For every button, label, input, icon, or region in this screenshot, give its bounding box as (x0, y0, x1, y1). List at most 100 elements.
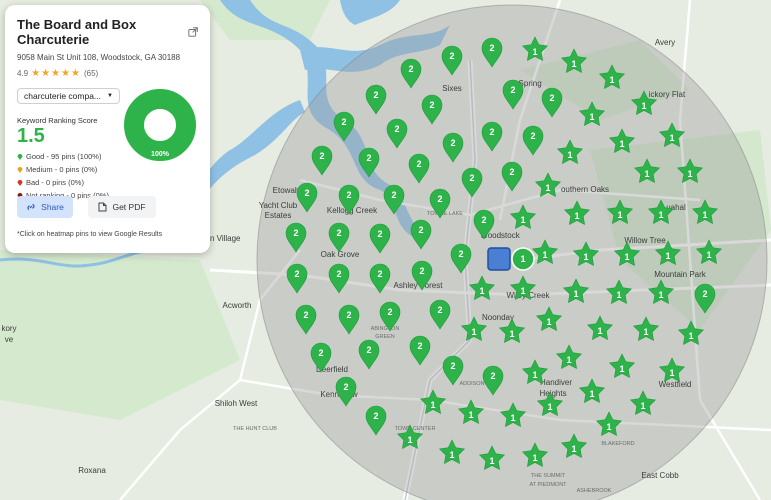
external-link-icon[interactable] (188, 26, 198, 38)
pin-rank-label: 1 (687, 169, 692, 179)
legend-medium: Medium - 0 pins (0%) (17, 165, 198, 174)
pin-rank-label: 2 (510, 85, 515, 95)
donut-ring (124, 89, 196, 161)
pin-rank-label: 2 (419, 266, 424, 276)
pin-rank-label: 2 (303, 310, 308, 320)
pin-rank-label: 2 (319, 151, 324, 161)
pin-rank-label: 1 (665, 251, 670, 261)
pin-rank-label: 1 (640, 401, 645, 411)
pin-rank-label: 1 (532, 47, 537, 57)
pin-rank-label: 2 (377, 229, 382, 239)
pin-rank-label: 2 (449, 51, 454, 61)
pin-rank-label: 2 (366, 345, 371, 355)
pin-rank-label: 2 (469, 173, 474, 183)
map-place-label: GREEN (375, 334, 395, 340)
pin-rank-label: 2 (417, 341, 422, 351)
pin-rank-label: 1 (532, 453, 537, 463)
pin-rank-label: 2 (429, 100, 434, 110)
pin-rank-label: 2 (387, 307, 392, 317)
keyword-select[interactable]: charcuterie compa... ▼ (17, 88, 120, 104)
pin-rank-label: 1 (688, 331, 693, 341)
pin-rank-label: 2 (408, 64, 413, 74)
pin-rank-label: 2 (336, 269, 341, 279)
map-place-label: ABINGTON (371, 326, 400, 332)
pin-rank-label: 1 (617, 210, 622, 220)
map-place-label: THE HUNT CLUB (233, 426, 277, 432)
pin-rank-label: 2 (366, 153, 371, 163)
pin-rank-label: 1 (669, 133, 674, 143)
get-pdf-button[interactable]: Get PDF (88, 196, 156, 218)
pin-rank-label: 2 (318, 348, 323, 358)
pin-rank-label: 2 (702, 289, 707, 299)
map-place-label: Oak Grove (321, 250, 360, 259)
pin-rank-label: 1 (658, 290, 663, 300)
pin-rank-label: 2 (416, 159, 421, 169)
pin-rank-label: 2 (458, 249, 463, 259)
pin-rank-label: 1 (510, 413, 515, 423)
map-place-label: Etowah (273, 186, 300, 195)
map-place-label: ve (5, 335, 14, 344)
pin-rank-label: 2 (481, 215, 486, 225)
business-location-marker[interactable] (487, 247, 511, 271)
document-icon (98, 202, 107, 212)
pin-rank-label: 2 (343, 382, 348, 392)
pin-rank-label: 2 (509, 167, 514, 177)
pin-rank-label: 2 (450, 361, 455, 371)
pin-rank-label: 1 (619, 364, 624, 374)
pin-rank-label: 1 (571, 444, 576, 454)
pin-rank-label: 2 (530, 131, 535, 141)
share-button[interactable]: Share (17, 196, 73, 218)
map-place-label: Yacht Club (259, 201, 298, 210)
pin-rank-label: 2 (418, 225, 423, 235)
map-place-label: Mountain Park (654, 270, 707, 279)
map-place-label: BLAKEFORD (601, 441, 634, 447)
map-place-label: ASHEBROOK (577, 488, 612, 494)
business-address: 9058 Main St Unit 108, Woodstock, GA 301… (17, 53, 181, 62)
pin-rank-label: 1 (573, 289, 578, 299)
pin-rank-label: 2 (346, 310, 351, 320)
map-place-label: Noonday (482, 313, 514, 322)
pin-rank-label: 1 (547, 402, 552, 412)
map-place-label: outhern Oaks (561, 185, 609, 194)
map-place-label: Willow Tree (624, 236, 666, 245)
pin-rank-label: 1 (574, 211, 579, 221)
pin-rank-label: 1 (430, 400, 435, 410)
map-place-label: TOWN CENTER (395, 426, 436, 432)
pin-rank-label: 1 (669, 368, 674, 378)
map-place-label: an Village (206, 234, 242, 243)
pin-rank-label: 1 (407, 435, 412, 445)
pin-rank-label: 2 (341, 117, 346, 127)
pin-rank-label: 1 (706, 250, 711, 260)
ranking-pin[interactable]: 1 (511, 247, 535, 271)
pin-rank-label: 1 (606, 422, 611, 432)
legend-bad: Bad - 0 pins (0%) (17, 178, 198, 187)
pin-rank-label: 1 (641, 101, 646, 111)
pin-rank-label: 1 (520, 254, 525, 264)
business-name: The Board and Box Charcuterie (17, 17, 137, 47)
map-pin-icon (17, 154, 23, 160)
pin-rank-label: 1 (644, 169, 649, 179)
pin-rank-label: 1 (546, 317, 551, 327)
pin-rank-label: 1 (542, 250, 547, 260)
link-icon (27, 203, 35, 211)
pin-rank-label: 1 (589, 112, 594, 122)
pin-rank-label: 1 (567, 150, 572, 160)
map-place-label: Sixes (442, 84, 462, 93)
pin-rank-label: 1 (619, 139, 624, 149)
pin-rank-label: 1 (616, 290, 621, 300)
pin-rank-label: 1 (471, 327, 476, 337)
map-place-label: ADDISON (459, 381, 484, 387)
star-rating-icon: ★★★★★ (31, 68, 81, 79)
pin-rank-label: 2 (437, 194, 442, 204)
pin-rank-label: 1 (624, 252, 629, 262)
pin-rank-label: 1 (589, 389, 594, 399)
pin-rank-label: 2 (373, 90, 378, 100)
map-place-label: ickory Flat (649, 90, 686, 99)
review-count: (65) (83, 69, 99, 78)
pin-rank-label: 1 (583, 252, 588, 262)
pin-rank-label: 1 (545, 183, 550, 193)
pin-rank-label: 2 (346, 190, 351, 200)
pin-rank-label: 1 (449, 450, 454, 460)
pin-rank-label: 2 (294, 269, 299, 279)
map-place-label: Shiloh West (215, 399, 258, 408)
